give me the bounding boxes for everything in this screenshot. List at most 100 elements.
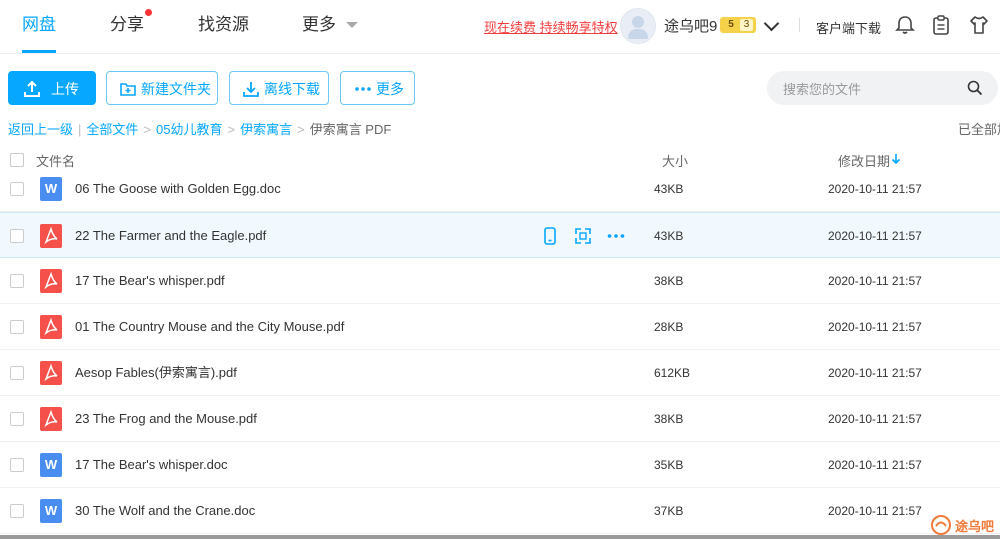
- download-icon: [243, 82, 259, 97]
- file-name[interactable]: 22 The Farmer and the Eagle.pdf: [75, 213, 266, 259]
- row-checkbox[interactable]: [10, 320, 24, 334]
- bell-icon[interactable]: [894, 14, 916, 36]
- new-folder-button[interactable]: 新建文件夹: [106, 71, 218, 105]
- pdf-icon: [40, 315, 62, 339]
- share-icon[interactable]: [573, 226, 593, 246]
- table-row[interactable]: 22 The Farmer and the Eagle.pdf 43KB 202…: [0, 212, 1000, 258]
- file-name[interactable]: 06 The Goose with Golden Egg.doc: [75, 166, 281, 212]
- tab-netdisk[interactable]: 网盘: [22, 0, 56, 53]
- file-name[interactable]: 01 The Country Mouse and the City Mouse.…: [75, 304, 344, 350]
- more-dots-icon[interactable]: [606, 226, 626, 246]
- divider: [799, 18, 800, 32]
- new-folder-label: 新建文件夹: [141, 81, 211, 97]
- row-checkbox[interactable]: [10, 182, 24, 196]
- pdf-icon: [40, 269, 62, 293]
- load-status: 已全部加: [958, 122, 1000, 137]
- file-name[interactable]: 30 The Wolf and the Crane.doc: [75, 488, 255, 534]
- client-download-link[interactable]: 客户端下载: [816, 18, 881, 37]
- breadcrumb-separator: >: [297, 122, 305, 137]
- file-date: 2020-10-11 21:57: [828, 182, 922, 196]
- file-size: 37KB: [654, 504, 684, 518]
- more-label: 更多: [376, 81, 404, 97]
- file-date: 2020-10-11 21:57: [828, 274, 922, 288]
- file-name[interactable]: Aesop Fables(伊索寓言).pdf: [75, 350, 237, 396]
- pdf-icon: [40, 224, 62, 248]
- row-checkbox[interactable]: [10, 229, 24, 243]
- file-size: 38KB: [654, 274, 684, 288]
- breadcrumb-separator: >: [227, 122, 236, 137]
- file-date: 2020-10-11 21:57: [828, 412, 922, 426]
- watermark-text: 途乌吧: [955, 519, 995, 534]
- breadcrumb-item-all-files[interactable]: 全部文件: [86, 119, 138, 138]
- breadcrumb-item-early-education[interactable]: 05幼儿教育: [156, 119, 222, 138]
- offline-download-label: 离线下载: [264, 81, 320, 97]
- chevron-down-icon[interactable]: [763, 15, 780, 32]
- tab-more[interactable]: 更多: [302, 0, 336, 53]
- file-size: 612KB: [654, 366, 691, 380]
- username[interactable]: 途乌吧9: [664, 15, 717, 36]
- top-nav: 网盘 分享 找资源 更多 现在续费 持续畅享特权 途乌吧9 5 3 客户端下载: [0, 0, 1000, 54]
- breadcrumb: 返回上一级 | 全部文件 >05幼儿教育 > 伊索寓言 > 伊索寓言 PDF: [8, 119, 391, 138]
- table-row[interactable]: 01 The Country Mouse and the City Mouse.…: [0, 304, 1000, 350]
- search-input[interactable]: [781, 71, 965, 107]
- table-row[interactable]: Aesop Fables(伊索寓言).pdf 612KB 2020-10-11 …: [0, 350, 1000, 396]
- file-size: 43KB: [654, 182, 684, 196]
- breadcrumb-separator: |: [78, 122, 82, 137]
- word-doc-icon: W: [40, 177, 62, 201]
- caret-down-icon[interactable]: [346, 22, 358, 28]
- upload-button[interactable]: 上传: [8, 71, 96, 105]
- file-date: 2020-10-11 21:57: [828, 458, 922, 472]
- table-row[interactable]: 23 The Frog and the Mouse.pdf 38KB 2020-…: [0, 396, 1000, 442]
- search-box: [767, 71, 998, 107]
- file-size: 35KB: [654, 458, 684, 472]
- breadcrumb-separator: >: [143, 122, 152, 137]
- phone-icon[interactable]: [540, 226, 560, 246]
- file-name[interactable]: 17 The Bear's whisper.doc: [75, 442, 228, 488]
- file-name[interactable]: 17 The Bear's whisper.pdf: [75, 258, 225, 304]
- upload-label: 上传: [51, 81, 79, 97]
- word-doc-icon: W: [40, 453, 62, 477]
- file-date: 2020-10-11 21:57: [828, 504, 922, 518]
- watermark-logo: 途乌吧: [930, 512, 996, 538]
- search-icon[interactable]: [967, 80, 983, 96]
- word-doc-icon: W: [40, 499, 62, 523]
- file-size: 28KB: [654, 320, 684, 334]
- row-checkbox[interactable]: [10, 458, 24, 472]
- renew-promo-link[interactable]: 现在续费 持续畅享特权: [484, 17, 618, 36]
- watermark-icon: [931, 515, 951, 535]
- vip-level: 5: [728, 19, 734, 30]
- tab-find-resources[interactable]: 找资源: [198, 0, 249, 53]
- select-all-checkbox[interactable]: [10, 153, 24, 167]
- row-checkbox[interactable]: [10, 366, 24, 380]
- breadcrumb-back[interactable]: 返回上一级: [8, 119, 73, 138]
- upload-icon: [24, 80, 40, 97]
- sort-desc-icon[interactable]: [891, 153, 901, 165]
- row-checkbox[interactable]: [10, 504, 24, 518]
- vip-badge: 5 3: [720, 17, 756, 33]
- file-date: 2020-10-11 21:57: [828, 320, 922, 334]
- new-folder-icon: [120, 83, 136, 96]
- row-checkbox[interactable]: [10, 412, 24, 426]
- row-checkbox[interactable]: [10, 274, 24, 288]
- breadcrumb-item-aesop[interactable]: 伊索寓言: [240, 119, 292, 138]
- more-dots-icon: [355, 87, 371, 91]
- table-row[interactable]: W 06 The Goose with Golden Egg.doc 43KB …: [0, 166, 1000, 212]
- horizontal-scrollbar[interactable]: [0, 535, 1000, 539]
- breadcrumb-current: 伊索寓言 PDF: [309, 122, 392, 137]
- table-row[interactable]: 17 The Bear's whisper.pdf 38KB 2020-10-1…: [0, 258, 1000, 304]
- clipboard-icon[interactable]: [930, 14, 952, 36]
- vip-sublevel: 3: [740, 19, 753, 31]
- file-name[interactable]: 23 The Frog and the Mouse.pdf: [75, 396, 257, 442]
- tab-share[interactable]: 分享: [110, 0, 144, 53]
- more-button[interactable]: 更多: [340, 71, 415, 105]
- table-row[interactable]: W 17 The Bear's whisper.doc 35KB 2020-10…: [0, 442, 1000, 488]
- file-size: 38KB: [654, 412, 684, 426]
- table-row[interactable]: W 30 The Wolf and the Crane.doc 37KB 202…: [0, 488, 1000, 534]
- pdf-icon: [40, 361, 62, 385]
- avatar[interactable]: [620, 8, 656, 44]
- shirt-icon[interactable]: [968, 14, 990, 36]
- file-date: 2020-10-11 21:57: [828, 229, 922, 243]
- file-date: 2020-10-11 21:57: [828, 366, 922, 380]
- offline-download-button[interactable]: 离线下载: [229, 71, 329, 105]
- file-size: 43KB: [654, 229, 684, 243]
